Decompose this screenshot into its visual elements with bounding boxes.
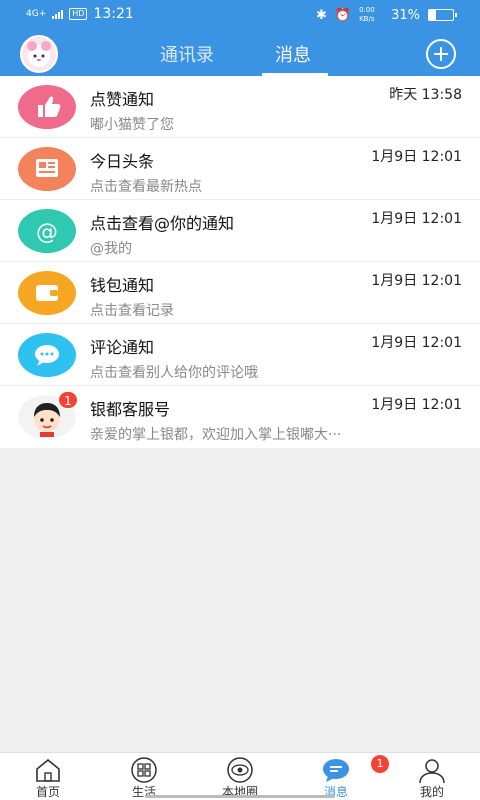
newspaper-icon — [18, 147, 76, 191]
item-time: 1月9日 12:01 — [371, 335, 462, 351]
home-icon — [33, 757, 63, 783]
list-item-comment-notice[interactable]: 评论通知 点击查看别人给你的评论哦 1月9日 12:01 — [0, 324, 480, 386]
item-subtitle: 亲爱的掌上银都，欢迎加入掌上银嘟大··· — [90, 427, 342, 443]
item-time: 1月9日 12:01 — [371, 211, 462, 227]
unread-badge: 1 — [58, 391, 78, 409]
top-nav-bar: 通讯录 消息 — [0, 30, 480, 76]
at-sign-icon: @ — [18, 209, 76, 253]
bluetooth-icon: ✱ — [316, 7, 327, 23]
svg-text:@: @ — [36, 220, 58, 245]
item-subtitle: @我的 — [90, 241, 132, 257]
bottom-nav-life[interactable]: 生活 — [104, 757, 184, 800]
list-item-mention-notice[interactable]: @ 点击查看@你的通知 @我的 1月9日 12:01 — [0, 200, 480, 262]
item-title: 银都客服号 — [90, 400, 171, 419]
bottom-nav-messages[interactable]: 1 消息 — [296, 755, 389, 800]
tab-contacts[interactable]: 通讯录 — [160, 41, 214, 67]
bottom-nav-profile[interactable]: 我的 — [392, 757, 472, 800]
message-list: 点赞通知 嘟小猫赞了您 昨天 13:58 今日头条 点击查看最新热点 1月9日 … — [0, 76, 480, 448]
item-subtitle: 点击查看记录 — [90, 303, 174, 319]
list-item-headlines[interactable]: 今日头条 点击查看最新热点 1月9日 12:01 — [0, 138, 480, 200]
tab-messages[interactable]: 消息 — [275, 41, 311, 67]
person-icon — [417, 757, 447, 784]
item-time: 昨天 13:58 — [389, 87, 462, 103]
signal-icon — [52, 9, 64, 19]
bottom-nav-local-circle[interactable]: 本地圈 — [200, 757, 280, 800]
item-title: 钱包通知 — [90, 276, 155, 295]
item-subtitle: 点击查看最新热点 — [90, 179, 202, 195]
add-button[interactable] — [426, 39, 456, 69]
network-type: 4G+ — [26, 9, 47, 19]
bottom-nav-label: 我的 — [419, 785, 444, 799]
bottom-nav-label: 首页 — [35, 785, 60, 799]
comment-bubble-icon — [18, 333, 76, 377]
thumbs-up-icon — [18, 85, 76, 129]
battery-percent: 31% — [391, 7, 420, 23]
item-title: 点击查看@你的通知 — [90, 214, 235, 233]
item-subtitle: 点击查看别人给你的评论哦 — [90, 365, 258, 381]
item-title: 点赞通知 — [90, 90, 155, 109]
item-subtitle: 嘟小猫赞了您 — [90, 117, 174, 133]
wallet-icon — [18, 271, 76, 315]
item-title: 今日头条 — [90, 152, 155, 171]
item-time: 1月9日 12:01 — [371, 397, 462, 413]
eye-icon — [225, 757, 255, 783]
unread-badge: 1 — [371, 755, 389, 773]
bottom-nav: 首页 生活 本地圈 1 消息 我的 — [0, 752, 480, 800]
battery-icon — [428, 9, 457, 21]
status-bar: 4G+ HD 13:21 ✱ ⏰ 0.00 KB/s 31% — [0, 0, 480, 30]
alarm-icon: ⏰ — [334, 7, 352, 23]
hd-badge: HD — [69, 8, 88, 20]
list-item-customer-service[interactable]: 1 银都客服号 亲爱的掌上银都，欢迎加入掌上银嘟大··· 1月9日 12:01 — [0, 386, 480, 448]
list-item-wallet-notice[interactable]: 钱包通知 点击查看记录 1月9日 12:01 — [0, 262, 480, 324]
chat-icon: 1 — [321, 755, 389, 783]
data-speed: 0.00 KB/s — [359, 6, 375, 23]
list-item-like-notice[interactable]: 点赞通知 嘟小猫赞了您 昨天 13:58 — [0, 76, 480, 138]
item-title: 评论通知 — [90, 338, 155, 357]
item-time: 1月9日 12:01 — [371, 273, 462, 289]
status-time: 13:21 — [93, 6, 134, 22]
item-time: 1月9日 12:01 — [371, 149, 462, 165]
grid-icon — [129, 757, 159, 783]
home-indicator — [145, 795, 335, 798]
bottom-nav-home[interactable]: 首页 — [8, 757, 88, 800]
